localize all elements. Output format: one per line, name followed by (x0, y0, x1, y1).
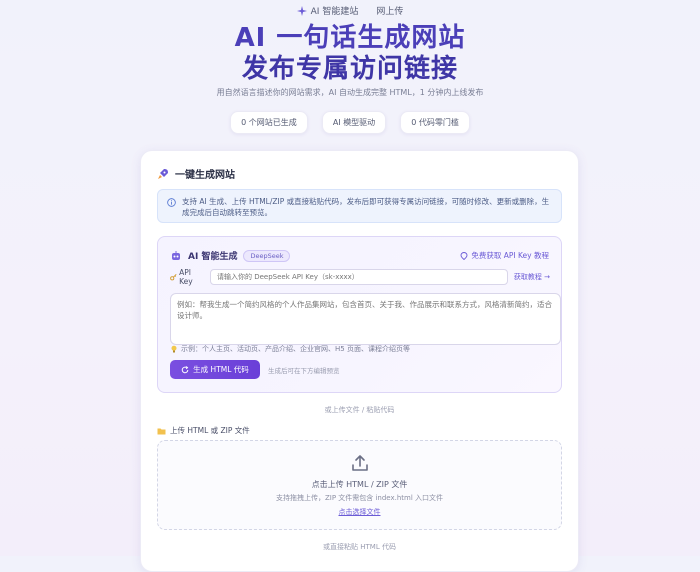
api-tutorial-link-text: 免费获取 API Key 教程 (471, 251, 549, 260)
lightbulb-icon (171, 345, 177, 353)
stats-chips: 0 个网站已生成 AI 模型驱动 0 代码零门槛 (0, 111, 700, 134)
upload-label: 上传 HTML 或 ZIP 文件 (157, 425, 250, 436)
upload-label-text: 上传 HTML 或 ZIP 文件 (170, 426, 250, 435)
card-title-text: 一键生成网站 (175, 170, 235, 181)
upload-icon (351, 455, 368, 471)
chip-sites-generated: 0 个网站已生成 (230, 111, 308, 134)
robot-icon (172, 250, 180, 260)
hero-subtitle: 用自然语言描述你的网站需求，AI 自动生成完整 HTML，1 分钟内上线发布 (216, 88, 484, 97)
hero-title-line2: 发布专属访问链接 (241, 54, 458, 84)
nav-item-ai[interactable]: AI 智能建站 (296, 4, 359, 17)
info-text: 支持 AI 生成、上传 HTML/ZIP 或直接粘贴代码，发布后即可获得专属访问… (182, 197, 550, 217)
prompt-hint: 示例：个人主页、活动页、产品介绍、企业官网、H5 页面、课程介绍页等 (170, 344, 410, 354)
ai-generate-panel: AI 智能生成 DeepSeek 免费获取 API Key 教程 API Key… (157, 236, 562, 393)
location-pin-icon (460, 251, 468, 260)
api-key-label-text: API Key (179, 268, 193, 286)
sparkle-icon (296, 5, 307, 16)
api-tutorial-link[interactable]: 免费获取 API Key 教程 (460, 250, 549, 261)
rocket-icon (158, 168, 168, 179)
api-key-help-link[interactable]: 获取教程 → (514, 272, 550, 282)
dropzone-title: 点击上传 HTML / ZIP 文件 (311, 480, 408, 489)
info-banner: 支持 AI 生成、上传 HTML/ZIP 或直接粘贴代码，发布后即可获得专属访问… (157, 189, 562, 223)
nav-item-upload[interactable]: 网上传 (376, 4, 403, 17)
ai-panel-title: AI 智能生成 (188, 252, 238, 262)
dropzone-subtitle: 支持拖拽上传，ZIP 文件需包含 index.html 入口文件 (275, 494, 444, 502)
generate-html-button[interactable]: 生成 HTML 代码 (170, 360, 260, 379)
api-key-row: API Key 获取教程 → (170, 268, 550, 286)
divider-paste: 或直接粘贴 HTML 代码 (323, 543, 396, 551)
nav-item-ai-label: AI 智能建站 (310, 7, 359, 17)
api-key-input[interactable] (210, 269, 508, 285)
choose-file-link[interactable]: 点击选择文件 (158, 507, 561, 517)
ai-panel-header: AI 智能生成 DeepSeek (170, 249, 291, 262)
model-badge: DeepSeek (243, 249, 291, 262)
card-title: 一键生成网站 (157, 166, 235, 181)
hero-title-line1: AI 一句话生成网站 (234, 23, 466, 53)
prompt-textarea[interactable] (170, 293, 561, 345)
chip-no-code: 0 代码零门槛 (400, 111, 470, 134)
chip-ai-model: AI 模型驱动 (321, 111, 387, 134)
key-icon (170, 274, 177, 281)
generate-note: 生成后可在下方编辑预览 (268, 367, 340, 375)
generate-card: 一键生成网站 支持 AI 生成、上传 HTML/ZIP 或直接粘贴代码，发布后即… (140, 150, 579, 572)
nav-item-upload-label: 网上传 (376, 7, 404, 17)
top-nav: AI 智能建站 网上传 (0, 4, 700, 17)
prompt-hint-text: 示例：个人主页、活动页、产品介绍、企业官网、H5 页面、课程介绍页等 (181, 345, 410, 353)
generate-html-button-label: 生成 HTML 代码 (193, 365, 249, 374)
upload-dropzone[interactable]: 点击上传 HTML / ZIP 文件 支持拖拽上传，ZIP 文件需包含 inde… (157, 440, 562, 530)
divider-upload: 或上传文件 / 粘贴代码 (324, 406, 395, 414)
folder-icon (157, 428, 166, 434)
refresh-icon (181, 365, 189, 373)
api-key-label: API Key (170, 268, 204, 286)
info-icon (167, 198, 176, 207)
